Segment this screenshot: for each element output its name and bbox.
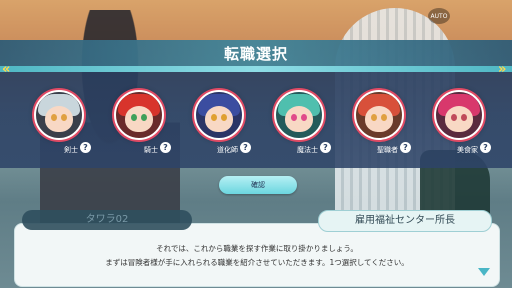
job-card-cleric[interactable]: 聖職者 ?	[348, 90, 411, 160]
confirm-button[interactable]: 確認	[219, 176, 297, 194]
job-card-jester[interactable]: 道化師 ?	[188, 90, 251, 160]
screen-title: 転職選択	[223, 45, 288, 63]
help-icon[interactable]: ?	[480, 142, 491, 153]
job-card-swordsman[interactable]: 剣士 ?	[28, 90, 91, 160]
help-icon[interactable]: ?	[80, 142, 91, 153]
job-portrait[interactable]	[354, 90, 404, 140]
dialogue-line-1: それでは、これから職業を探す作業に取り掛かりましょう。	[156, 244, 358, 253]
job-card-mage[interactable]: 魔法士 ?	[268, 90, 331, 160]
job-portrait[interactable]	[434, 90, 484, 140]
job-portrait[interactable]	[114, 90, 164, 140]
job-label: 魔法士	[297, 146, 318, 154]
job-portrait[interactable]	[34, 90, 84, 140]
job-portrait[interactable]	[194, 90, 244, 140]
help-icon[interactable]: ?	[320, 142, 331, 153]
scroll-left-arrow-icon[interactable]: «	[2, 63, 14, 77]
dialogue-line-2: まずは冒険者様が手に入れられる職業を紹介させていただきます。1つ選択してください…	[105, 258, 409, 267]
face-shape	[365, 106, 393, 132]
job-card-gourmet[interactable]: 美食家 ?	[428, 90, 491, 160]
face-shape	[45, 106, 73, 132]
face-shape	[285, 106, 313, 132]
help-icon[interactable]: ?	[400, 142, 411, 153]
panel-strip	[0, 66, 512, 72]
next-arrow-icon[interactable]	[478, 268, 490, 276]
help-icon[interactable]: ?	[240, 142, 251, 153]
help-icon[interactable]: ?	[160, 142, 171, 153]
job-label: 美食家	[457, 146, 478, 154]
job-label: 道化師	[217, 146, 238, 154]
job-card-knight[interactable]: 騎士 ?	[108, 90, 171, 160]
scroll-right-arrow-icon[interactable]: »	[498, 63, 510, 77]
player-name-plate: タワラ02	[22, 210, 192, 230]
job-label: 騎士	[144, 146, 158, 154]
face-shape	[125, 106, 153, 132]
speaker-name-plate: 雇用福祉センター所長	[318, 210, 492, 232]
face-shape	[445, 106, 473, 132]
auto-button[interactable]: AUTO	[428, 8, 450, 24]
dialogue-box[interactable]: それでは、これから職業を探す作業に取り掛かりましょう。 まずは冒険者様が手に入れ…	[14, 223, 500, 287]
job-portrait[interactable]	[274, 90, 324, 140]
job-label: 聖職者	[377, 146, 398, 154]
face-shape	[205, 106, 233, 132]
job-label: 剣士	[64, 146, 78, 154]
